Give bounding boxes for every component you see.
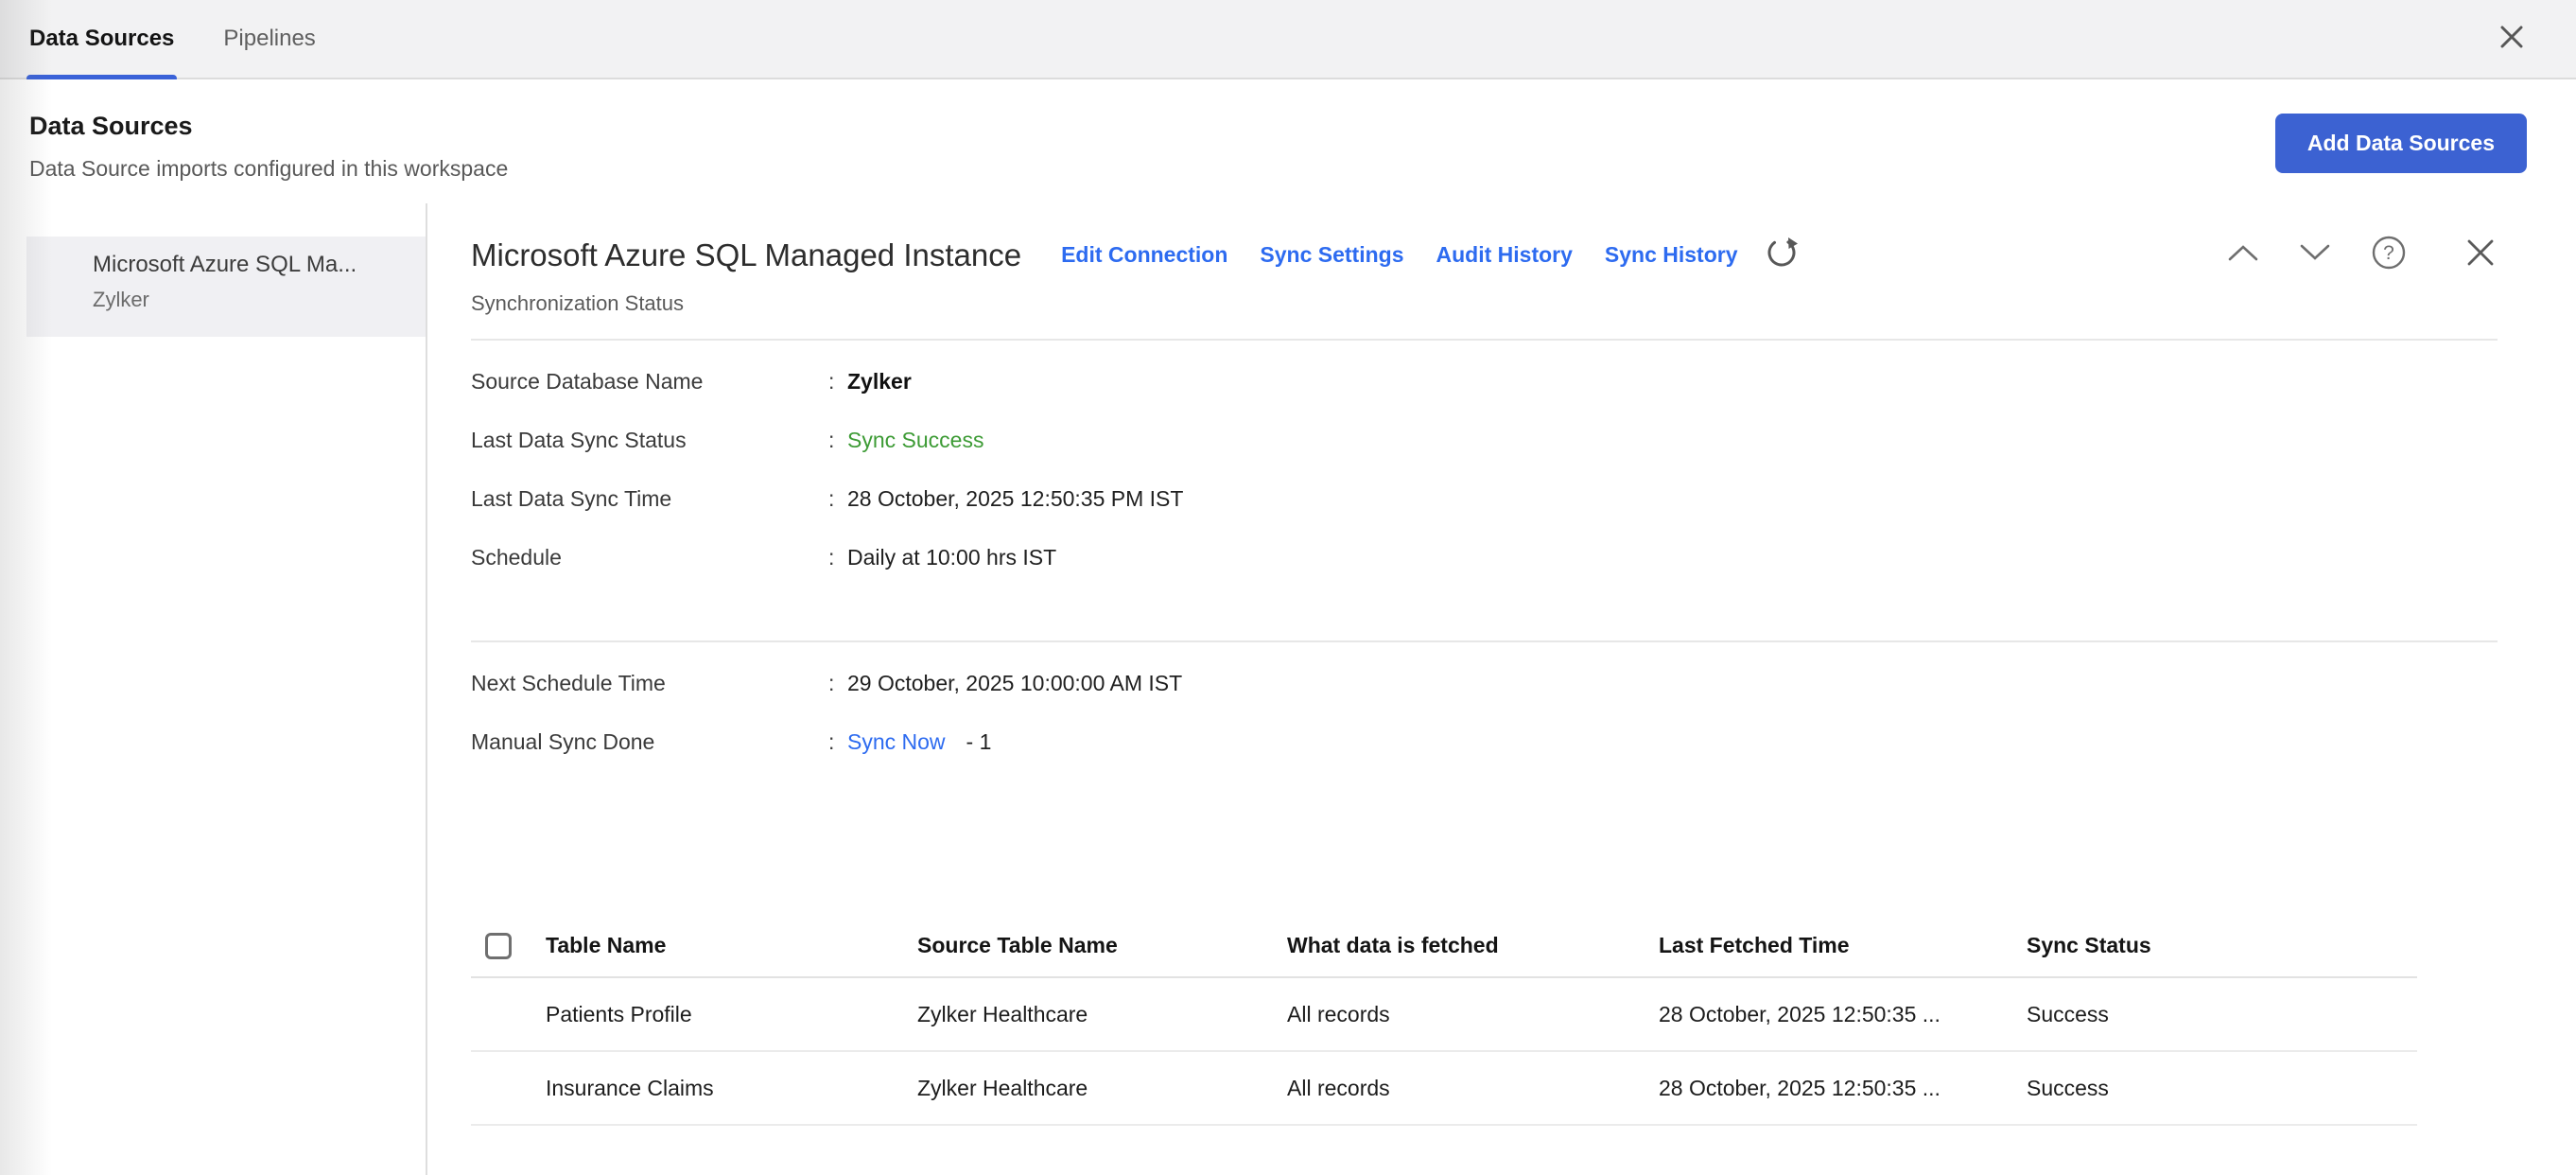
list-item-title: Microsoft Azure SQL Ma...: [93, 252, 416, 278]
kv-next-schedule-time: Next Schedule Time : 29 October, 2025 10…: [471, 654, 2498, 712]
column-header: Table Name: [546, 933, 917, 958]
kv-colon: :: [828, 428, 847, 453]
table-row[interactable]: Insurance Claims Zylker Healthcare All r…: [471, 1052, 2417, 1126]
cell-table-name: Patients Profile: [546, 1002, 917, 1027]
kv-colon: :: [828, 671, 847, 696]
kv-colon: :: [828, 486, 847, 512]
cell-last-fetched: 28 October, 2025 12:50:35 ...: [1659, 1002, 2027, 1027]
column-header: Last Fetched Time: [1659, 933, 2027, 958]
kv-label: Next Schedule Time: [471, 671, 828, 696]
detail-header-icons: ?: [2227, 235, 2498, 275]
detail-header: Microsoft Azure SQL Managed Instance Edi…: [471, 234, 2498, 276]
cell-last-fetched: 28 October, 2025 12:50:35 ...: [1659, 1076, 2027, 1101]
sync-history-link[interactable]: Sync History: [1605, 242, 1738, 268]
table-header-row: Table Name Source Table Name What data i…: [471, 915, 2417, 978]
tab-pipelines-label: Pipelines: [223, 26, 315, 52]
next-source-button[interactable]: [2299, 242, 2331, 268]
list-item-azure-sql[interactable]: Microsoft Azure SQL Ma... Zylker: [26, 237, 426, 337]
data-source-list: Microsoft Azure SQL Ma... Zylker: [0, 203, 427, 1175]
kv-value: 28 October, 2025 12:50:35 PM IST: [847, 486, 1183, 512]
kv-colon: :: [828, 369, 847, 395]
list-item-subtitle: Zylker: [93, 288, 416, 312]
kv-colon: :: [828, 729, 847, 755]
cell-source-table-name: Zylker Healthcare: [917, 1076, 1287, 1101]
sync-status-subtitle: Synchronization Status: [471, 291, 2498, 316]
tables-sync-table: Table Name Source Table Name What data i…: [471, 915, 2417, 1126]
kv-label: Source Database Name: [471, 369, 828, 395]
cell-what-data: All records: [1287, 1076, 1659, 1101]
kv-last-sync-time: Last Data Sync Time : 28 October, 2025 1…: [471, 469, 2498, 528]
kv-source-database-name: Source Database Name : Zylker: [471, 352, 2498, 411]
detail-panel: Microsoft Azure SQL Managed Instance Edi…: [427, 203, 2576, 1175]
content-area: Microsoft Azure SQL Ma... Zylker Microso…: [0, 203, 2576, 1175]
cell-what-data: All records: [1287, 1002, 1659, 1027]
column-header: What data is fetched: [1287, 933, 1659, 958]
kv-value: 29 October, 2025 10:00:00 AM IST: [847, 671, 1182, 696]
help-button[interactable]: ?: [2371, 235, 2407, 275]
kv-colon: :: [828, 545, 847, 570]
cell-sync-status: Success: [2027, 1076, 2417, 1101]
sync-info-section: Source Database Name : Zylker Last Data …: [471, 341, 2498, 587]
kv-value: Zylker: [847, 369, 912, 395]
table-row[interactable]: Patients Profile Zylker Healthcare All r…: [471, 978, 2417, 1052]
chevron-up-icon: [2227, 242, 2259, 268]
close-icon: [2463, 236, 2498, 274]
sync-status-value: Sync Success: [847, 428, 983, 453]
chevron-down-icon: [2299, 242, 2331, 268]
top-tab-bar: Data Sources Pipelines: [0, 0, 2576, 79]
panel-close-button[interactable]: [2495, 20, 2529, 59]
manual-sync-count: - 1: [966, 729, 992, 755]
sync-settings-link[interactable]: Sync Settings: [1260, 242, 1403, 268]
detail-close-button[interactable]: [2463, 236, 2498, 274]
column-header: Source Table Name: [917, 933, 1287, 958]
cell-source-table-name: Zylker Healthcare: [917, 1002, 1287, 1027]
sync-now-link[interactable]: Sync Now: [847, 729, 946, 755]
svg-text:?: ?: [2383, 242, 2394, 264]
page-title: Data Sources: [29, 112, 2576, 141]
kv-manual-sync-done: Manual Sync Done : Sync Now - 1: [471, 712, 2498, 771]
edit-connection-link[interactable]: Edit Connection: [1061, 242, 1227, 268]
cell-sync-status: Success: [2027, 1002, 2417, 1027]
action-links: Edit Connection Sync Settings Audit Hist…: [1061, 242, 1737, 268]
tab-data-sources[interactable]: Data Sources: [29, 0, 174, 79]
refresh-button[interactable]: [1763, 234, 1801, 276]
select-all-checkbox[interactable]: [485, 933, 512, 959]
kv-last-sync-status: Last Data Sync Status : Sync Success: [471, 411, 2498, 469]
close-icon: [2495, 20, 2529, 59]
refresh-icon: [1763, 234, 1801, 276]
tab-pipelines[interactable]: Pipelines: [223, 0, 315, 79]
schedule-info-section: Next Schedule Time : 29 October, 2025 10…: [471, 642, 2498, 771]
kv-value: Daily at 10:00 hrs IST: [847, 545, 1056, 570]
kv-label: Manual Sync Done: [471, 729, 828, 755]
page-subtitle: Data Source imports configured in this w…: [29, 156, 2576, 182]
audit-history-link[interactable]: Audit History: [1436, 242, 1573, 268]
kv-label: Last Data Sync Time: [471, 486, 828, 512]
data-source-title: Microsoft Azure SQL Managed Instance: [471, 237, 1021, 273]
kv-schedule: Schedule : Daily at 10:00 hrs IST: [471, 528, 2498, 587]
cell-table-name: Insurance Claims: [546, 1076, 917, 1101]
kv-label: Last Data Sync Status: [471, 428, 828, 453]
previous-source-button[interactable]: [2227, 242, 2259, 268]
select-all-cell: [471, 933, 546, 959]
tab-data-sources-label: Data Sources: [29, 26, 174, 52]
page-header: Data Sources Data Source imports configu…: [0, 79, 2576, 203]
column-header: Sync Status: [2027, 933, 2417, 958]
add-data-sources-button[interactable]: Add Data Sources: [2275, 114, 2527, 173]
kv-label: Schedule: [471, 545, 828, 570]
help-icon: ?: [2371, 235, 2407, 275]
